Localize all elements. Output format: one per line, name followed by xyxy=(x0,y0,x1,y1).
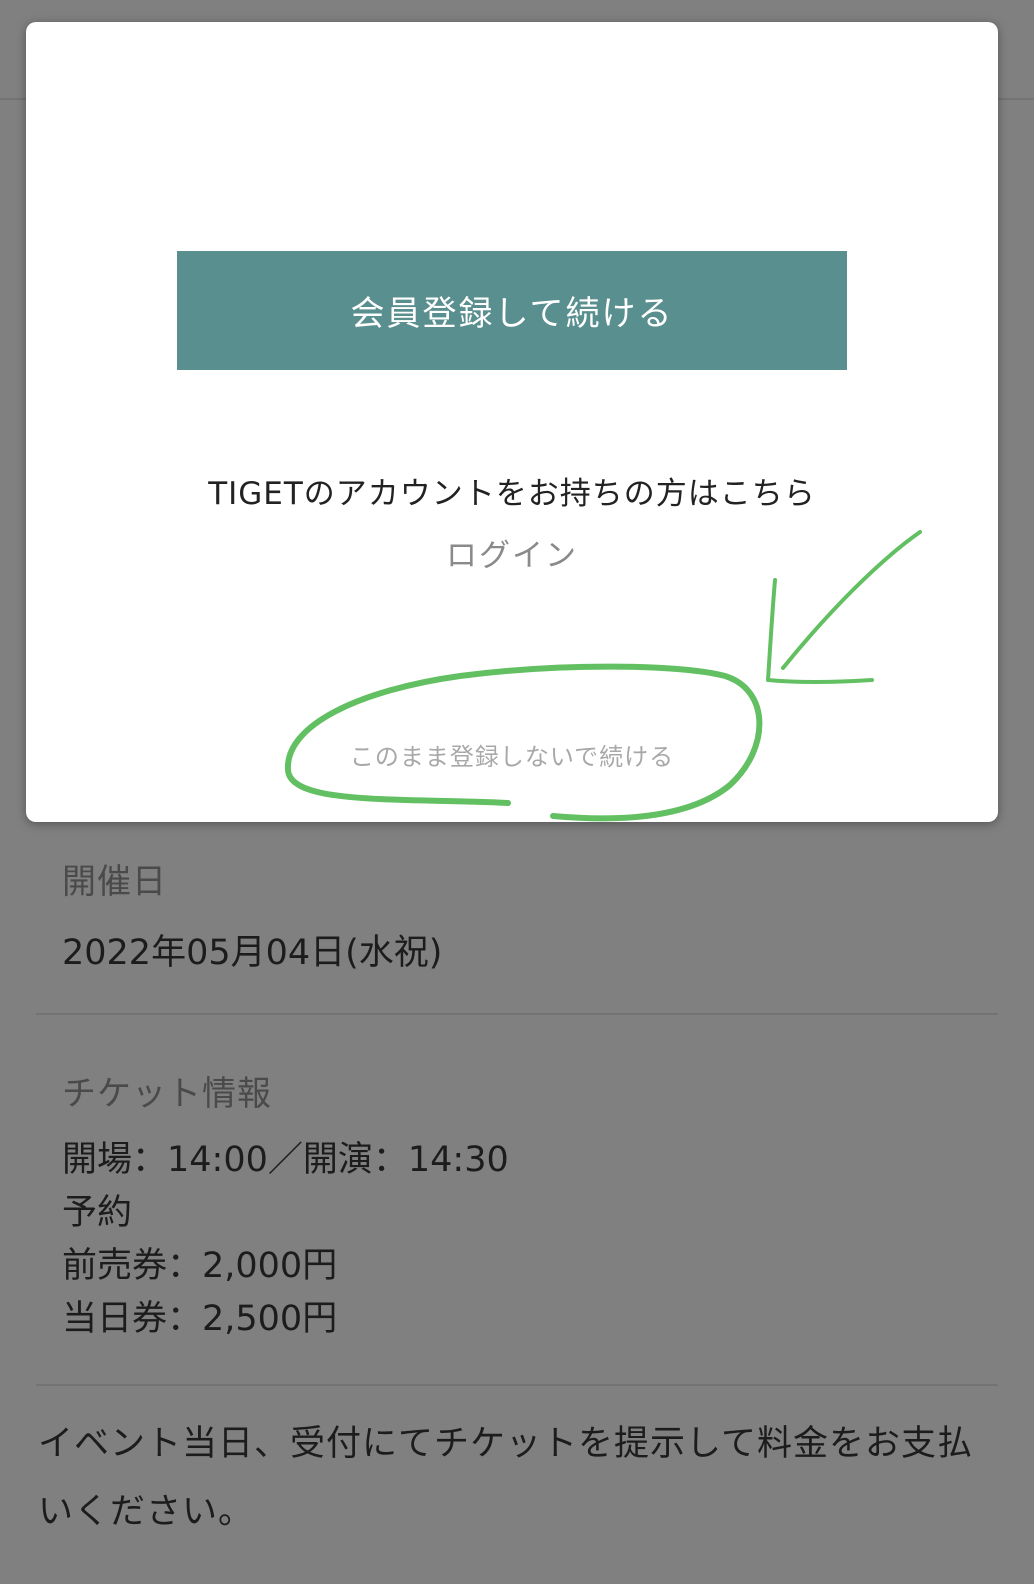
signup-button[interactable]: 会員登録して続ける xyxy=(177,251,847,370)
account-prompt-text: TIGETのアカウントをお持ちの方はこちら xyxy=(208,476,816,512)
date-label: 開催日 xyxy=(62,862,167,902)
continue-without-signup-link[interactable]: このまま登録しないで続ける xyxy=(26,737,998,772)
signup-modal: 会員登録して続ける TIGETのアカウントをお持ちの方はこちら ログイン このま… xyxy=(26,22,998,822)
ticket-info-line: 前売券：2,000円 xyxy=(62,1246,338,1286)
ticket-info-line: 開場：14:00／開演：14:30 xyxy=(62,1140,509,1180)
ticket-info-line: 当日券：2,500円 xyxy=(62,1299,338,1339)
date-value: 2022年05月04日(水祝) xyxy=(62,933,443,973)
payment-note: イベント当日、受付にてチケットを提示して料金をお支払いください。 xyxy=(38,1424,973,1532)
ticket-info-line: 予約 xyxy=(62,1193,133,1233)
login-link[interactable]: ログイン xyxy=(26,530,998,575)
section-divider xyxy=(36,1384,998,1386)
ticket-info-list: 開場：14:00／開演：14:30 予約 前売券：2,000円 当日券：2,50… xyxy=(62,1134,509,1346)
section-divider xyxy=(36,1013,998,1015)
ticket-info-label: チケット情報 xyxy=(62,1074,272,1114)
